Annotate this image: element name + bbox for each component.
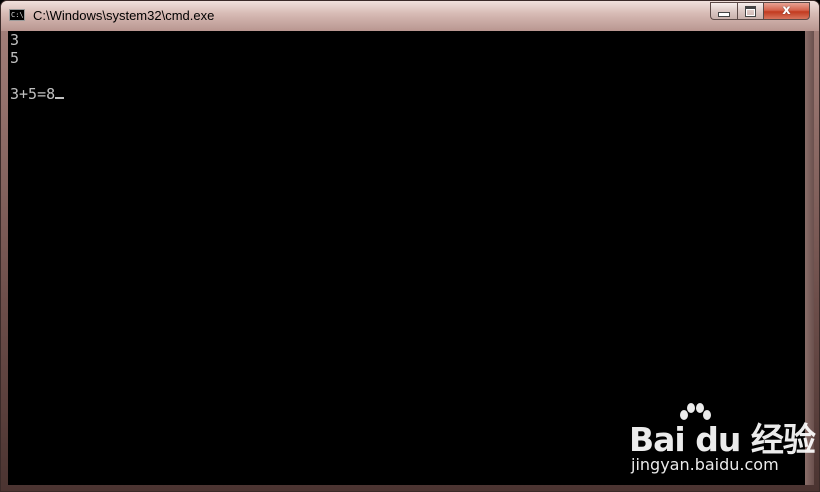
baidu-watermark: Bai du 经验 jingyan.baidu.com [629, 403, 816, 483]
console-line-4-text: 3+5=8 [10, 85, 56, 103]
window-controls: x [710, 2, 810, 21]
minimize-button[interactable] [710, 2, 737, 20]
cmd-window: C:\ C:\Windows\system32\cmd.exe x 3 5 3+… [0, 0, 820, 492]
text-cursor [55, 97, 65, 99]
close-icon: x [782, 3, 791, 18]
console-line-4: 3+5=8 [8, 85, 807, 103]
baidu-logo: Bai du 经验 [629, 420, 816, 459]
console-line-1: 3 [10, 31, 20, 49]
minimize-icon [718, 11, 730, 17]
cmd-icon[interactable]: C:\ [9, 9, 25, 21]
title-bar[interactable]: C:\ C:\Windows\system32\cmd.exe x [1, 1, 819, 31]
watermark-url: jingyan.baidu.com [631, 455, 779, 474]
close-button[interactable]: x [763, 2, 810, 20]
maximize-icon [745, 5, 756, 17]
maximize-button[interactable] [737, 2, 763, 20]
console-line-3 [8, 67, 807, 85]
console-line-2: 5 [10, 49, 20, 67]
window-title: C:\Windows\system32\cmd.exe [33, 8, 215, 23]
